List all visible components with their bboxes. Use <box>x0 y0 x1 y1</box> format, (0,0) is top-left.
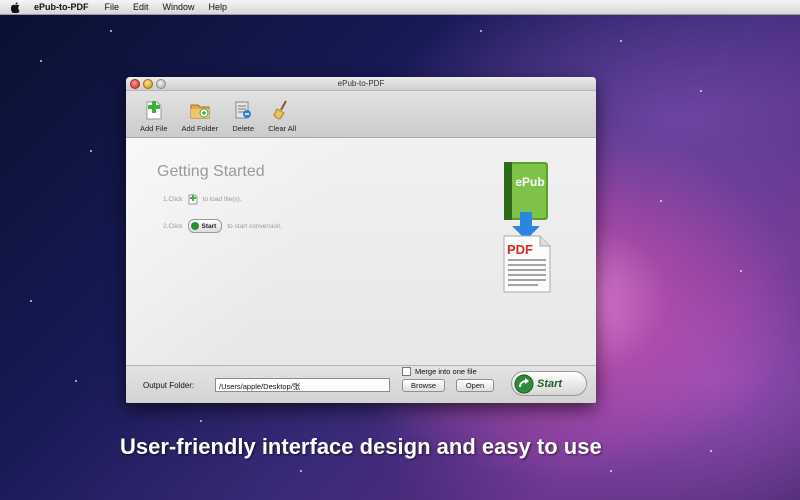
app-window: ePub-to-PDF Add File Add Folder Delete C… <box>126 77 596 403</box>
clear-all-label: Clear All <box>268 124 297 133</box>
start-label: Start <box>537 377 563 390</box>
step-2-suffix: to start conversion. <box>227 222 283 230</box>
add-folder-icon <box>190 104 210 119</box>
toolbar: Add File Add Folder Delete Clear All <box>126 91 596 138</box>
pdf-label: PDF <box>507 242 533 257</box>
epub-to-pdf-illustration: ePub PDF <box>503 162 551 293</box>
zoom-button[interactable] <box>156 79 166 89</box>
add-file-button[interactable]: Add File <box>140 99 168 137</box>
open-button[interactable]: Open <box>456 379 494 392</box>
menu-bar: ePub-to-PDF File Edit Window Help <box>0 0 800 15</box>
minimize-button[interactable] <box>143 79 153 89</box>
output-folder-field[interactable]: /Users/apple/Desktop/张 <box>215 378 390 392</box>
apple-icon[interactable] <box>10 1 22 13</box>
menu-help[interactable]: Help <box>209 2 228 12</box>
add-file-icon <box>146 101 162 120</box>
browse-button[interactable]: Browse <box>402 379 445 392</box>
bottom-bar: Merge into one file Output Folder: /User… <box>126 365 596 403</box>
step-1: 1.Click to load file(s). <box>163 194 242 205</box>
delete-label: Delete <box>232 124 255 133</box>
start-button[interactable]: Start <box>511 371 587 396</box>
merge-option[interactable]: Merge into one file <box>402 367 477 376</box>
output-folder-label: Output Folder: <box>143 381 195 390</box>
title-bar[interactable]: ePub-to-PDF <box>126 77 596 91</box>
add-file-icon <box>188 194 198 205</box>
mini-start-label: Start <box>201 222 217 230</box>
marketing-caption: User-friendly interface design and easy … <box>120 434 602 459</box>
book-label: ePub <box>515 175 544 189</box>
menu-window[interactable]: Window <box>163 2 195 12</box>
merge-checkbox[interactable] <box>402 367 411 376</box>
mini-start-badge: Start <box>187 219 223 233</box>
getting-started-heading: Getting Started <box>157 163 265 180</box>
menu-edit[interactable]: Edit <box>133 2 149 12</box>
step-1-suffix: to load file(s). <box>202 196 242 203</box>
close-button[interactable] <box>130 79 140 89</box>
menu-file[interactable]: File <box>105 2 120 12</box>
start-arrow-icon <box>190 222 199 230</box>
menu-app-name[interactable]: ePub-to-PDF <box>34 2 89 12</box>
delete-icon <box>235 101 252 119</box>
file-list-area[interactable]: Getting Started 1.Click to load file(s).… <box>126 138 596 365</box>
delete-button[interactable]: Delete <box>232 99 254 137</box>
start-arrow-icon <box>514 374 534 393</box>
step-2: 2.Click Start to start conversion. <box>163 219 282 233</box>
step-2-prefix: 2.Click <box>163 222 183 230</box>
add-folder-button[interactable]: Add Folder <box>181 99 219 137</box>
add-folder-label: Add Folder <box>181 124 219 133</box>
step-1-prefix: 1.Click <box>163 196 183 203</box>
clear-all-button[interactable]: Clear All <box>268 99 296 137</box>
window-title: ePub-to-PDF <box>337 79 385 88</box>
add-file-label: Add File <box>140 124 168 133</box>
merge-label: Merge into one file <box>415 367 477 376</box>
broom-icon <box>273 100 288 120</box>
